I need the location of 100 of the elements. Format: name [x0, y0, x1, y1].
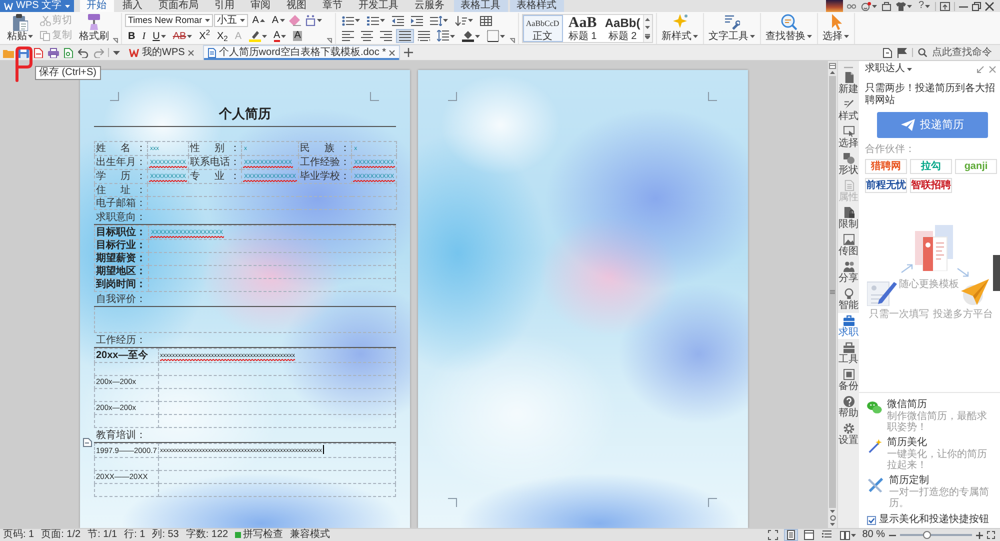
sidebar-tab[interactable]: 备份: [838, 367, 859, 393]
page-magnifier-icon[interactable]: [63, 48, 74, 58]
document-tab[interactable]: 我的WPS: [124, 45, 199, 60]
circle-icon[interactable]: [830, 515, 836, 521]
sidebar-tab[interactable]: 限制: [838, 205, 859, 231]
page-icon[interactable]: [33, 48, 44, 58]
caret-icon: [872, 4, 878, 8]
format-button[interactable]: B: [125, 29, 138, 44]
scroll-up-icon[interactable]: [830, 71, 835, 74]
document-tab[interactable]: 个人简历word空白表格下载模板.doc *: [202, 45, 400, 60]
menu-tab[interactable]: 视图: [280, 0, 314, 12]
pencil-ruler-icon[interactable]: [867, 475, 884, 494]
split-icon[interactable]: [829, 63, 836, 69]
partner-logo[interactable]: 猎聘网: [865, 159, 907, 174]
dropdown-icon[interactable]: [113, 50, 120, 54]
menu-tab[interactable]: 插入: [116, 0, 150, 12]
menu-tab[interactable]: 开发工具: [352, 0, 406, 12]
align-button[interactable]: [396, 29, 414, 44]
menu-tab[interactable]: 页面布局: [152, 0, 206, 12]
slider-thumb[interactable]: [922, 531, 931, 539]
arrow-icon[interactable]: [977, 66, 984, 72]
menu-tab[interactable]: 引用: [208, 0, 242, 12]
people-icon: [842, 261, 854, 272]
scrollbar-thumb[interactable]: [829, 76, 836, 508]
ribbon-button[interactable]: 文字工具: [706, 13, 757, 44]
field-label: 到岗时间：: [96, 279, 146, 290]
view-button[interactable]: [784, 529, 798, 541]
format-painter-button[interactable]: 格式刷: [77, 13, 111, 44]
style-preset[interactable]: AaBb( 标题 2: [602, 15, 643, 42]
feature-title[interactable]: 简历美化: [886, 437, 996, 449]
pane-title-dropdown[interactable]: 求职达人: [865, 63, 912, 75]
printer-icon[interactable]: [48, 48, 59, 58]
feature-title[interactable]: 微信简历: [886, 399, 996, 411]
page-icon[interactable]: [883, 48, 892, 58]
view-button[interactable]: [802, 529, 816, 541]
menu-tab[interactable]: 表格样式: [510, 0, 564, 12]
zoom-in-icon[interactable]: [976, 532, 983, 538]
restore-icon[interactable]: [972, 2, 981, 10]
partner-logo[interactable]: 智联招聘: [910, 178, 952, 193]
checkbox[interactable]: [867, 516, 876, 524]
sidebar-tab[interactable]: 形状: [838, 151, 859, 177]
crop-mark-icon: [708, 498, 717, 507]
help-button[interactable]: ?: [917, 0, 931, 12]
sidebar-tab[interactable]: 传图: [838, 232, 859, 258]
bag-icon[interactable]: [882, 2, 892, 10]
paste-button[interactable]: 粘贴: [5, 13, 35, 44]
pane-handle[interactable]: [993, 255, 1000, 291]
scroll-up-icon[interactable]: [645, 18, 650, 21]
menu-tab[interactable]: 表格工具: [454, 0, 508, 12]
undo-icon[interactable]: [78, 48, 89, 58]
spell-check-button[interactable]: 拼写检查: [243, 529, 284, 541]
command-search-field[interactable]: 点此查找命令: [932, 46, 996, 58]
format-button[interactable]: I: [139, 29, 149, 44]
font-name-dropdown[interactable]: Times New Romar: [125, 14, 214, 28]
caret-icon: [187, 34, 192, 38]
scroll-down-icon[interactable]: [645, 26, 650, 29]
style-preset[interactable]: AaBbCcD 正文: [522, 15, 563, 42]
flag-icon[interactable]: [897, 48, 907, 58]
feature-title[interactable]: 简历定制: [888, 475, 996, 487]
close-icon[interactable]: [985, 2, 994, 10]
more-icon[interactable]: [645, 34, 650, 40]
menu-tab[interactable]: 云服务: [408, 0, 452, 12]
sidebar-tab[interactable]: 求职: [838, 313, 859, 339]
font-size-dropdown[interactable]: 小五: [214, 14, 248, 28]
fit-icon[interactable]: [987, 531, 995, 539]
zoom-level[interactable]: 80 %: [862, 529, 885, 541]
format-button[interactable]: U: [150, 29, 169, 44]
sidebar-tab[interactable]: 工具: [838, 340, 859, 366]
sidebar-tab[interactable]: 样式: [838, 97, 859, 123]
font-size-button[interactable]: A: [268, 14, 288, 28]
font-size-button[interactable]: A: [249, 14, 268, 28]
sidebar-tab[interactable]: 新建: [838, 70, 859, 96]
scroll-down-icon[interactable]: [830, 523, 835, 526]
menu-tab[interactable]: 开始: [80, 0, 114, 12]
plus-icon[interactable]: [404, 48, 414, 57]
format-button[interactable]: X$_{2}$: [214, 29, 231, 44]
scroll-down-icon[interactable]: [830, 510, 835, 513]
format-button[interactable]: AB: [170, 29, 196, 44]
format-button[interactable]: X$^{2}$: [196, 29, 213, 44]
ribbon-button[interactable]: 新样式: [660, 13, 700, 44]
format-button[interactable]: A: [270, 29, 290, 44]
eraser-icon[interactable]: [288, 15, 301, 26]
upload-icon[interactable]: [940, 2, 950, 10]
sidebar-tab[interactable]: 选择: [838, 124, 859, 150]
view-button[interactable]: [766, 529, 780, 541]
dialog-launcher-icon: [326, 38, 332, 43]
partner-logo[interactable]: 前程无忧: [865, 178, 907, 193]
account-button[interactable]: [860, 2, 878, 10]
caret-icon: [925, 4, 930, 8]
sidebar-tab[interactable]: 设置: [838, 421, 859, 447]
style-preset[interactable]: AaB 标题 1: [562, 15, 603, 42]
view-button[interactable]: [838, 529, 858, 541]
sidebar-tab[interactable]: 帮助: [838, 394, 859, 420]
format-button[interactable]: A: [290, 29, 305, 44]
magic-wand-icon[interactable]: [867, 437, 882, 456]
skin-button[interactable]: [895, 2, 914, 10]
ribbon-button[interactable]: 查找替换: [764, 13, 814, 44]
sidebar-tab[interactable]: 智能: [838, 286, 859, 312]
ribbon-button[interactable]: 选择: [820, 13, 851, 44]
sidebar-tab[interactable]: 分享: [838, 259, 859, 285]
